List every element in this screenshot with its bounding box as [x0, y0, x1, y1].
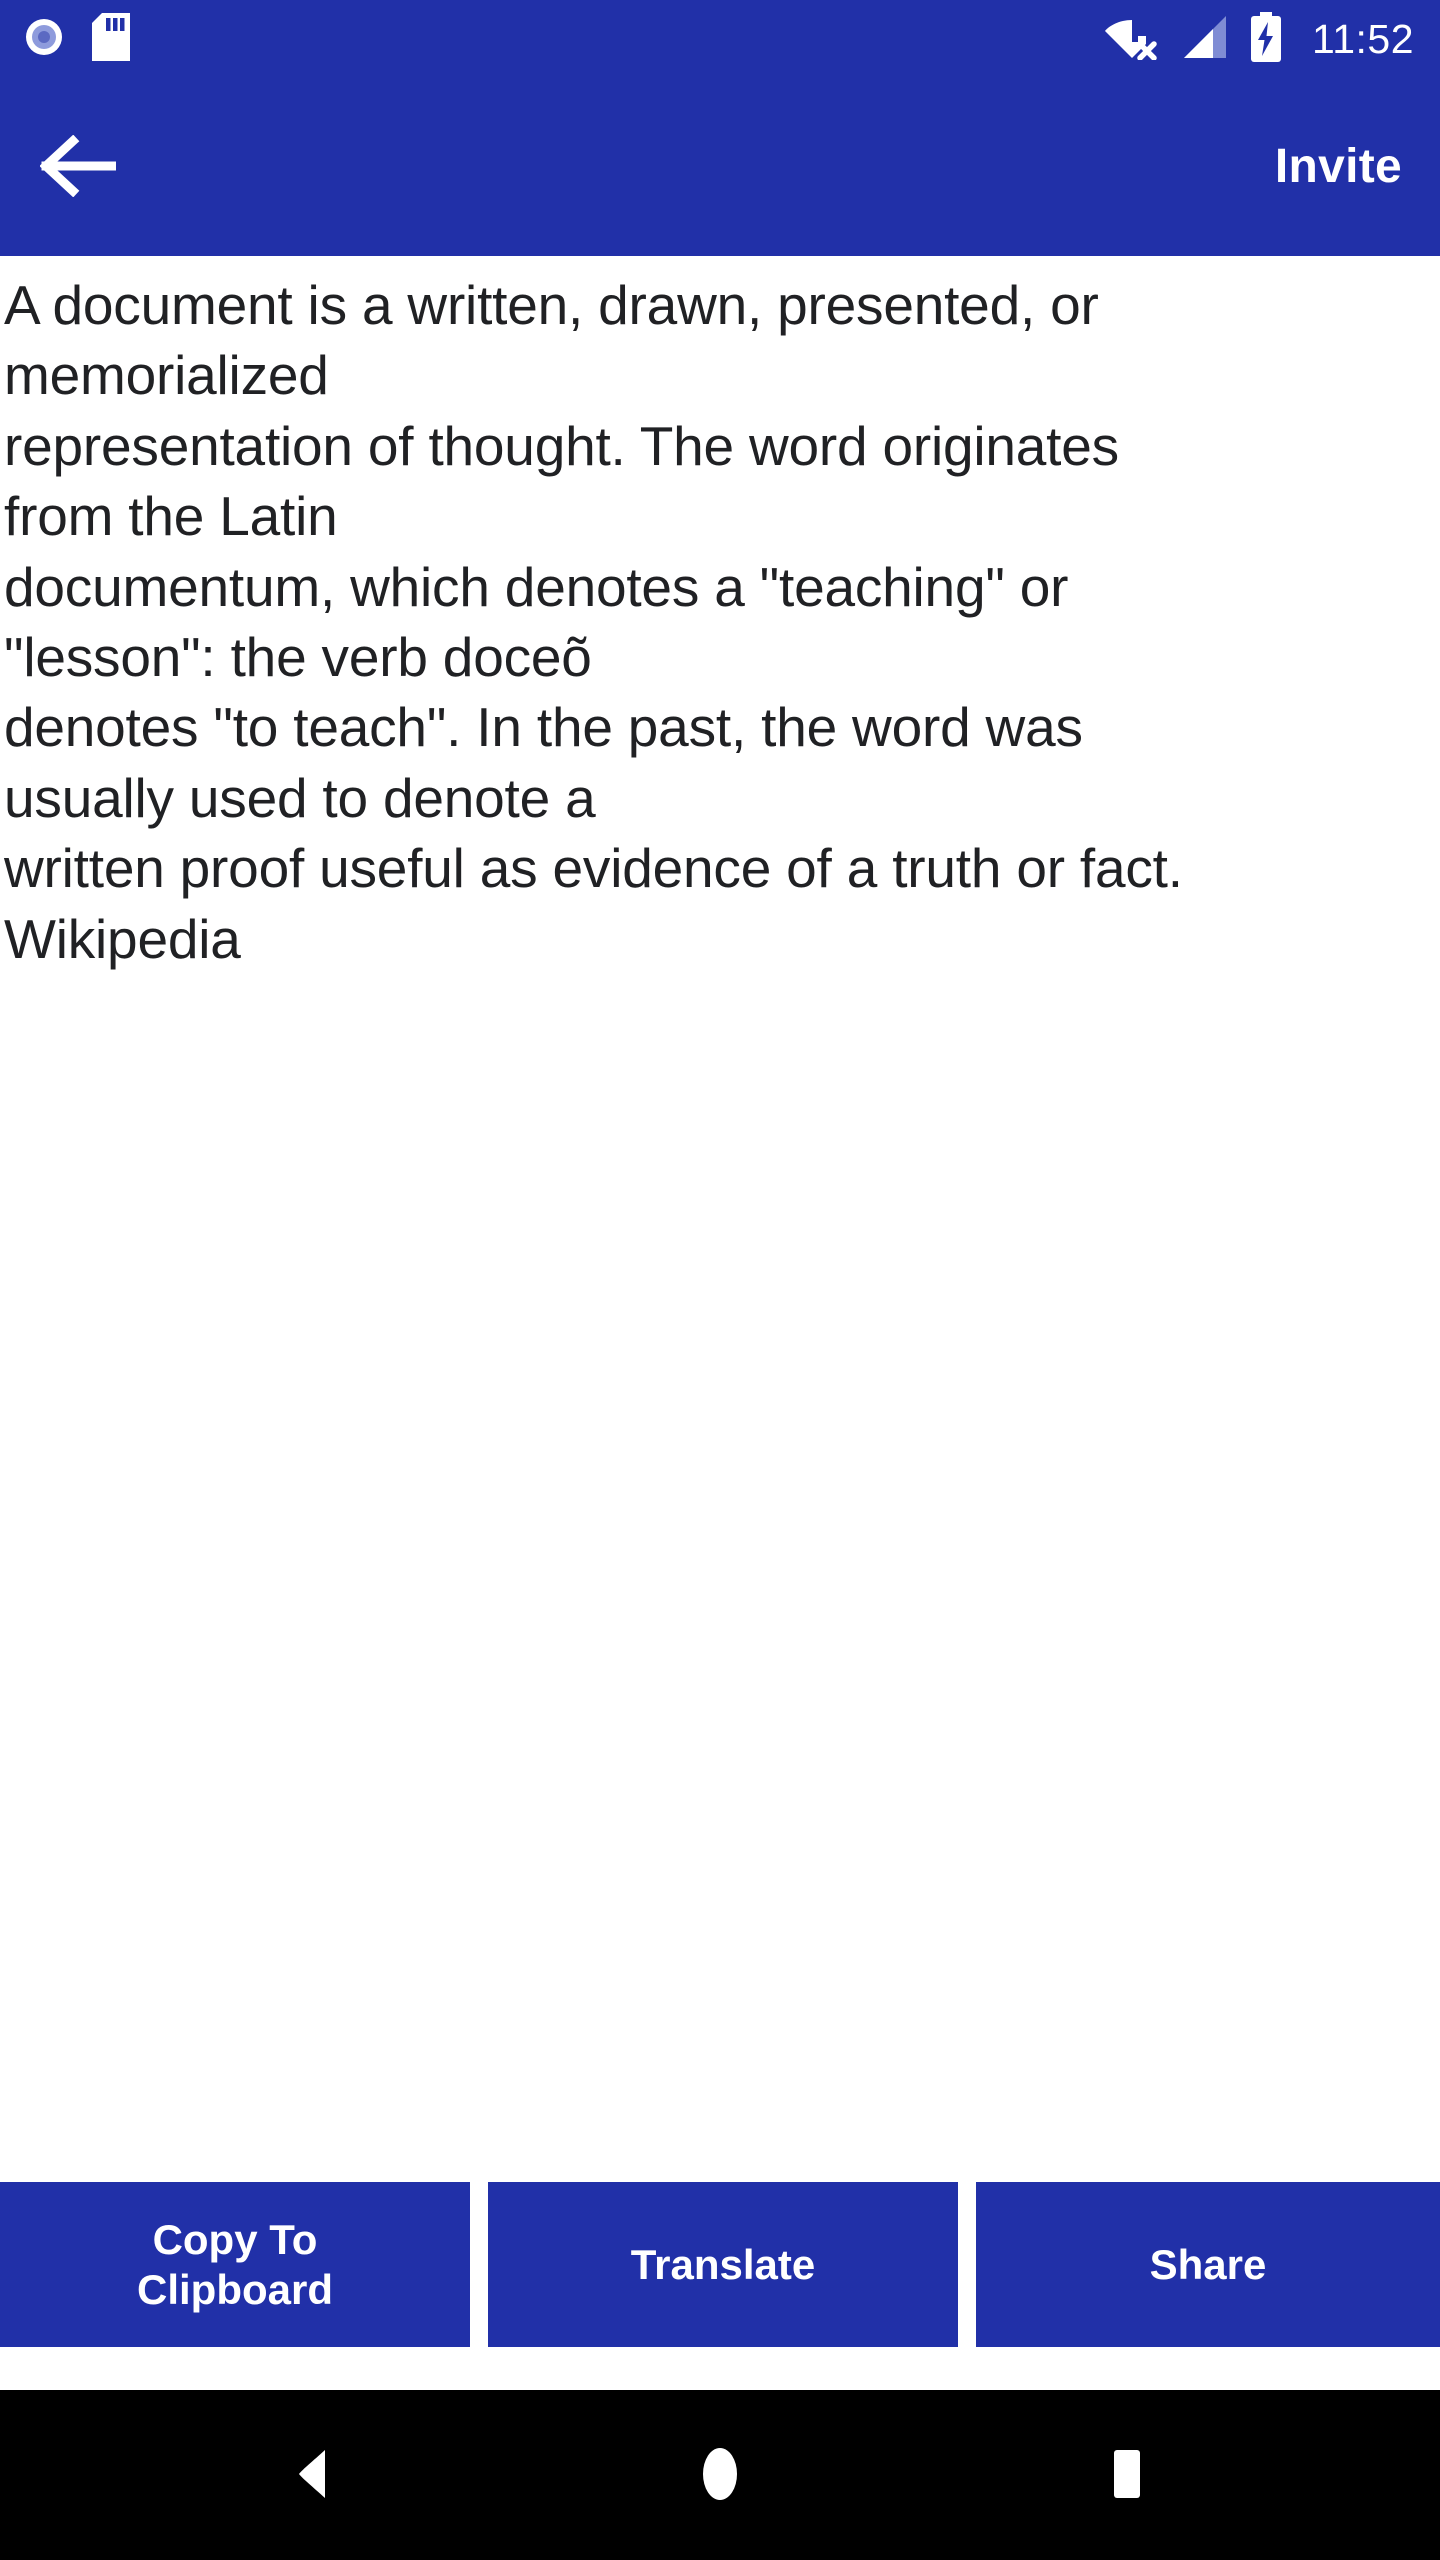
status-bar-clock: 11:52 — [1311, 15, 1414, 62]
back-button[interactable] — [24, 113, 132, 221]
nav-back-icon — [289, 2447, 337, 2504]
nav-back-button[interactable] — [238, 2400, 388, 2550]
sd-card-icon — [92, 12, 130, 66]
copy-to-clipboard-button[interactable]: Copy To Clipboard — [0, 2182, 470, 2347]
definition-text: A document is a written, drawn, presente… — [4, 274, 1183, 970]
status-bar: 11:52 — [0, 0, 1440, 78]
phone-screen: 11:52 Invite A document is a written, dr… — [0, 0, 1440, 2560]
translate-button[interactable]: Translate — [488, 2182, 958, 2347]
battery-charging-icon — [1250, 11, 1282, 67]
action-button-row: Copy To Clipboard Translate Share — [0, 2182, 1440, 2390]
screen-record-icon — [22, 15, 66, 64]
android-nav-bar — [0, 2390, 1440, 2560]
app-bar: Invite — [0, 78, 1440, 256]
nav-home-button[interactable] — [645, 2400, 795, 2550]
wifi-off-icon — [1104, 14, 1160, 65]
nav-recents-button[interactable] — [1052, 2400, 1202, 2550]
content-area: A document is a written, drawn, presente… — [0, 256, 1440, 2182]
back-arrow-icon — [39, 134, 117, 200]
status-bar-right-icons: 11:52 — [1104, 11, 1414, 67]
status-bar-left-icons — [22, 12, 130, 66]
invite-button[interactable]: Invite — [1275, 143, 1402, 191]
cell-signal-icon — [1180, 14, 1230, 65]
nav-recents-icon — [1103, 2447, 1151, 2504]
share-button[interactable]: Share — [976, 2182, 1440, 2347]
nav-home-icon — [694, 2446, 746, 2505]
